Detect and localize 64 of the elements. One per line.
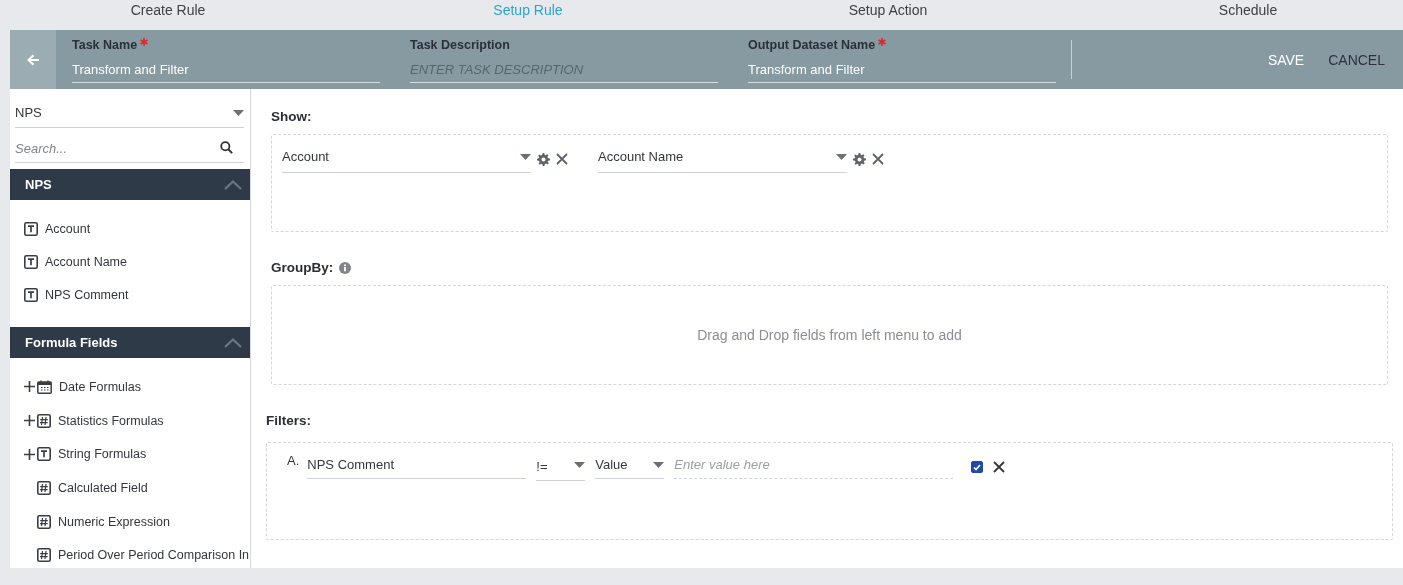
caret-icon bbox=[574, 461, 586, 468]
settings-icon[interactable] bbox=[853, 152, 866, 166]
cancel-button[interactable]: CANCEL bbox=[1320, 45, 1393, 74]
settings-icon[interactable] bbox=[537, 152, 550, 166]
caret-icon bbox=[653, 461, 665, 468]
dropdown-value: Account bbox=[282, 149, 329, 164]
dropdown-value: Account Name bbox=[598, 149, 684, 164]
number-type-icon bbox=[37, 514, 51, 529]
calendar-icon bbox=[37, 379, 52, 394]
step-tab[interactable]: Setup Action bbox=[848, 0, 928, 30]
field-list-item[interactable]: Period Over Period Comparison In bbox=[10, 538, 250, 568]
dropdown-value: NPS bbox=[15, 105, 42, 120]
text-type-icon bbox=[24, 254, 38, 269]
field-label: Output Dataset Name bbox=[748, 38, 876, 52]
dropdown-value: != bbox=[536, 458, 548, 474]
operator-dropdown[interactable]: != bbox=[536, 453, 586, 481]
text-type-icon bbox=[37, 447, 51, 462]
field-label: Task Description bbox=[410, 38, 510, 52]
field-list-item[interactable]: Numeric Expression bbox=[10, 504, 250, 539]
section-header[interactable]: NPS bbox=[10, 169, 250, 200]
value-type-dropdown[interactable]: Value bbox=[595, 455, 665, 479]
field-dropdown[interactable]: NPS Comment bbox=[307, 455, 527, 479]
caret-icon bbox=[233, 109, 244, 116]
text-type-icon bbox=[24, 287, 38, 302]
section-label: Show: bbox=[271, 109, 313, 124]
source-dropdown[interactable]: NPS bbox=[15, 97, 244, 128]
number-type-icon bbox=[37, 413, 51, 428]
dropdown-value: NPS Comment bbox=[307, 457, 394, 472]
text-type-icon bbox=[24, 221, 38, 236]
section-header[interactable]: Formula Fields bbox=[10, 327, 250, 358]
field-dropdown[interactable]: Account Name bbox=[598, 145, 847, 173]
field-dropdown[interactable]: Account bbox=[282, 145, 531, 173]
close-icon[interactable] bbox=[872, 153, 884, 165]
field-list-item[interactable]: Account Name bbox=[10, 245, 250, 278]
section-title: NPS bbox=[25, 177, 52, 192]
field-list-item[interactable]: String Formulas bbox=[10, 437, 250, 472]
checkbox[interactable] bbox=[971, 461, 984, 473]
plus-icon[interactable] bbox=[24, 381, 35, 393]
drop-hint: Drag and Drop fields from left menu to add bbox=[697, 327, 962, 343]
info-icon[interactable] bbox=[339, 261, 352, 274]
section-title: Formula Fields bbox=[25, 335, 118, 350]
number-type-icon bbox=[37, 480, 51, 495]
search-icon[interactable] bbox=[220, 140, 233, 154]
filter-letter: A. bbox=[287, 453, 300, 468]
field-list-item[interactable]: Statistics Formulas bbox=[10, 403, 250, 438]
field-list-item[interactable]: Date Formulas bbox=[10, 370, 250, 404]
close-icon[interactable] bbox=[556, 153, 568, 165]
step-tab[interactable]: Schedule bbox=[1218, 0, 1278, 30]
plus-icon[interactable] bbox=[24, 448, 35, 460]
dropdown-value: Value bbox=[595, 457, 628, 472]
close-icon[interactable] bbox=[993, 461, 1006, 473]
section-label: Filters: bbox=[266, 413, 312, 428]
arrow-left-icon bbox=[26, 53, 40, 66]
check-icon bbox=[973, 463, 982, 471]
field-list-item[interactable]: NPS Comment bbox=[10, 278, 250, 311]
plus-icon[interactable] bbox=[24, 415, 35, 427]
caret-icon bbox=[520, 153, 531, 160]
field-label: Task Name bbox=[72, 38, 138, 52]
step-tab[interactable]: Create Rule bbox=[130, 0, 206, 30]
number-type-icon bbox=[37, 548, 51, 563]
section-label: GroupBy: bbox=[271, 260, 334, 275]
field-list-item[interactable]: Calculated Field bbox=[10, 471, 250, 505]
field-list-item[interactable]: Account bbox=[10, 212, 250, 245]
caret-icon bbox=[836, 153, 847, 160]
